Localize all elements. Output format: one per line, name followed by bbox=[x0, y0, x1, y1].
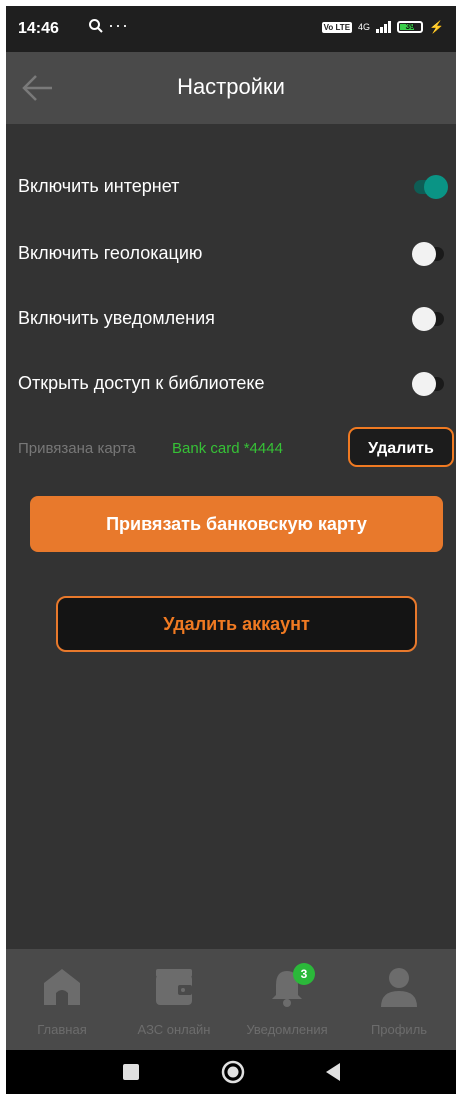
nav-label: АЗС онлайн bbox=[137, 1022, 211, 1037]
nav-label: Главная bbox=[37, 1022, 87, 1037]
nav-item-home[interactable]: Главная bbox=[6, 949, 118, 1050]
setting-geolocation[interactable]: Включить геолокацию bbox=[18, 233, 448, 273]
search-icon bbox=[89, 19, 103, 33]
profile-icon bbox=[381, 968, 417, 1007]
more-notifications-icon: ··· bbox=[108, 15, 129, 35]
setting-notifications[interactable]: Включить уведомления bbox=[18, 298, 448, 338]
setting-label: Включить интернет bbox=[18, 176, 180, 196]
setting-label: Включить геолокацию bbox=[18, 243, 203, 263]
charging-icon: ⚡ bbox=[429, 20, 444, 34]
nav-item-profile[interactable]: Профиль bbox=[343, 949, 455, 1050]
network-type: 4G bbox=[358, 22, 371, 32]
signal-icon bbox=[376, 21, 392, 33]
notifications-toggle[interactable] bbox=[412, 306, 448, 332]
back-button-icon[interactable] bbox=[324, 1062, 342, 1082]
wallet-icon bbox=[156, 969, 192, 1005]
page-title: Настройки bbox=[177, 74, 285, 99]
delete-card-button[interactable]: Удалить bbox=[348, 427, 454, 467]
setting-label: Открыть доступ к библиотеке bbox=[18, 373, 265, 393]
notification-badge: 3 bbox=[293, 963, 315, 985]
system-nav-bar bbox=[6, 1050, 456, 1094]
status-time: 14:46 bbox=[18, 20, 59, 37]
volte-icon: Vo LTE bbox=[321, 21, 353, 33]
home-button-icon[interactable] bbox=[221, 1060, 245, 1084]
app-bar: Настройки bbox=[6, 52, 456, 124]
nav-item-stations[interactable]: АЗС онлайн bbox=[118, 949, 230, 1050]
nav-label: Уведомления bbox=[246, 1022, 328, 1037]
geolocation-toggle[interactable] bbox=[412, 241, 448, 267]
recents-icon[interactable] bbox=[122, 1063, 140, 1081]
setting-label: Включить уведомления bbox=[18, 308, 215, 328]
delete-account-button[interactable]: Удалить аккаунт bbox=[56, 596, 417, 652]
home-icon bbox=[44, 969, 80, 1005]
status-icons: Vo LTE 4G 39 ⚡ bbox=[321, 20, 444, 34]
status-bar: 14:46 ··· Vo LTE 4G 39 ⚡ bbox=[6, 6, 456, 52]
setting-library-access[interactable]: Открыть доступ к библиотеке bbox=[18, 363, 448, 403]
internet-toggle[interactable] bbox=[412, 174, 448, 200]
nav-label: Профиль bbox=[370, 1022, 428, 1037]
phone-screen: 14:46 ··· Vo LTE 4G 39 ⚡ Настройки Включ… bbox=[6, 6, 456, 1094]
linked-card-number: Bank card *4444 bbox=[172, 440, 283, 457]
library-access-toggle[interactable] bbox=[412, 371, 448, 397]
linked-card-label: Привязана карта bbox=[18, 440, 136, 457]
battery-icon: 39 bbox=[397, 21, 424, 33]
bottom-nav: Главная АЗС онлайн 3 Уведомления Профиль bbox=[6, 949, 456, 1050]
bind-card-button[interactable]: Привязать банковскую карту bbox=[30, 496, 443, 552]
nav-item-notifications[interactable]: 3 Уведомления bbox=[231, 949, 343, 1050]
setting-internet[interactable]: Включить интернет bbox=[18, 166, 448, 206]
linked-card-row: Привязана карта Bank card *4444 Удалить bbox=[18, 427, 454, 471]
battery-level: 39 bbox=[405, 22, 415, 31]
